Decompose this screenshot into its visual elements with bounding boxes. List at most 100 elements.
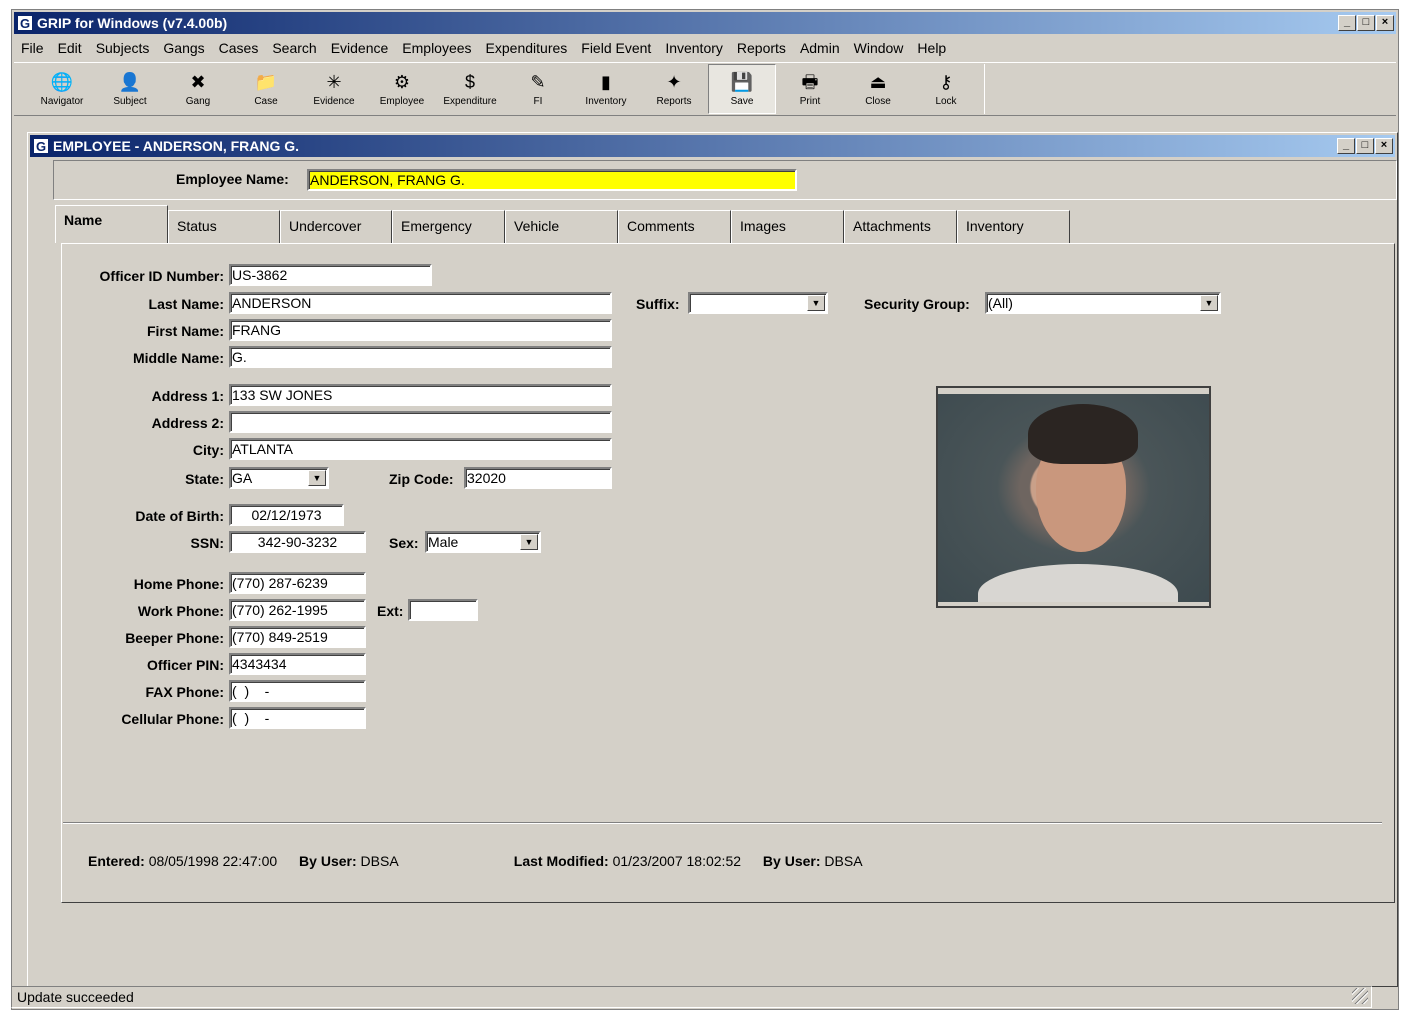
menu-employees[interactable]: Employees [395,37,478,59]
work-phone-field[interactable]: (770) 262-1995 [229,599,366,621]
middle-name-field[interactable]: G. [229,346,612,368]
modified-value: 01/23/2007 18:02:52 [612,853,742,869]
tab-inventory[interactable]: Inventory [957,210,1070,243]
print-button[interactable]: 🖶 Print [776,64,844,114]
sex-dropdown[interactable]: Male ▼ [425,531,541,553]
fax-phone-field[interactable]: ( ) - [229,680,366,702]
menu-reports[interactable]: Reports [730,37,793,59]
inventory-button[interactable]: ▮ Inventory [572,64,640,114]
evidence-button[interactable]: ✳ Evidence [300,64,368,114]
case-button[interactable]: 📁 Case [232,64,300,114]
menu-expenditures[interactable]: Expenditures [479,37,575,59]
address2-field[interactable] [229,411,612,433]
chevron-down-icon[interactable]: ▼ [1200,295,1218,311]
navigator-button[interactable]: 🌐 Navigator [28,64,96,114]
save-button[interactable]: 💾 Save [708,64,776,114]
menu-subjects[interactable]: Subjects [89,37,157,59]
fax-phone-label: FAX Phone: [145,684,224,700]
close-button[interactable]: × [1376,15,1394,31]
chevron-down-icon[interactable]: ▼ [520,534,538,550]
home-phone-field[interactable]: (770) 287-6239 [229,572,366,594]
dob-label: Date of Birth: [135,508,224,524]
zip-field[interactable]: 32020 [464,467,612,489]
last-name-field[interactable]: ANDERSON [229,292,612,314]
employee-name-label: Employee Name: [176,171,289,187]
chevron-down-icon[interactable]: ▼ [308,470,326,486]
ssn-label: SSN: [190,535,224,551]
employee-name-field[interactable]: ANDERSON, FRANG G. [307,169,797,191]
cell-phone-field[interactable]: ( ) - [229,707,366,729]
employee-window: G EMPLOYEE - ANDERSON, FRANG G. _ □ × Em… [27,132,1398,987]
menu-admin[interactable]: Admin [793,37,847,59]
gang-button[interactable]: ✖ Gang [164,64,232,114]
subject-button[interactable]: 👤 Subject [96,64,164,114]
ext-field[interactable] [408,599,478,621]
dob-field[interactable]: 02/12/1973 [229,504,344,526]
menu-evidence[interactable]: Evidence [324,37,396,59]
menu-help[interactable]: Help [910,37,953,59]
employee-icon: ⚙ [393,72,411,92]
officer-pin-field[interactable]: 4343434 [229,653,366,675]
child-minimize-button[interactable]: _ [1337,138,1355,154]
app-titlebar: G GRIP for Windows (v7.4.00b) _ □ × [14,12,1396,34]
employee-photo[interactable] [936,386,1211,608]
globe-icon: 🌐 [50,72,74,92]
status-bar: Update succeeded [11,986,1372,1008]
toolbar-label: FI [533,96,543,107]
expenditure-button[interactable]: $ Expenditure [436,64,504,114]
menu-edit[interactable]: Edit [51,37,89,59]
child-maximize-button[interactable]: □ [1356,138,1374,154]
reports-button[interactable]: ✦ Reports [640,64,708,114]
resize-grip-icon[interactable] [1352,988,1368,1004]
toolbar-label: Subject [113,96,147,107]
fi-button[interactable]: ✎ FI [504,64,572,114]
chevron-down-icon[interactable]: ▼ [807,295,825,311]
menu-file[interactable]: File [14,37,51,59]
tab-undercover[interactable]: Undercover [280,210,392,243]
reports-icon: ✦ [666,72,682,92]
close-button[interactable]: ⏏ Close [844,64,912,114]
lock-button[interactable]: ⚷ Lock [912,64,980,114]
state-label: State: [185,471,224,487]
tab-status[interactable]: Status [168,210,280,243]
maximize-button[interactable]: □ [1357,15,1375,31]
toolbar-label: Reports [656,96,692,107]
city-field[interactable]: ATLANTA [229,438,612,460]
officer-id-field[interactable]: US-3862 [229,264,432,286]
zip-label: Zip Code: [389,471,454,487]
first-name-field[interactable]: FRANG [229,319,612,341]
toolbar-label: Close [865,96,891,107]
tab-images[interactable]: Images [731,210,844,243]
toolbar-label: Lock [935,96,957,107]
entered-by-value: DBSA [360,853,398,869]
suffix-dropdown[interactable]: ▼ [688,292,828,314]
minimize-button[interactable]: _ [1338,15,1356,31]
modified-label: Last Modified: [513,853,609,869]
beeper-phone-field[interactable]: (770) 849-2519 [229,626,366,648]
beeper-phone-label: Beeper Phone: [125,630,224,646]
modified-by-label: By User: [762,853,821,869]
tab-emergency[interactable]: Emergency [392,210,505,243]
toolbar-label: Print [799,96,821,107]
tab-attachments[interactable]: Attachments [844,210,957,243]
employee-button[interactable]: ⚙ Employee [368,64,436,114]
home-phone-label: Home Phone: [133,576,224,592]
save-icon: 💾 [730,72,754,92]
menu-search[interactable]: Search [265,37,323,59]
child-close-button[interactable]: × [1375,138,1393,154]
menu-inventory[interactable]: Inventory [658,37,730,59]
menu-cases[interactable]: Cases [212,37,266,59]
menu-window[interactable]: Window [847,37,911,59]
menu-field-event[interactable]: Field Event [574,37,658,59]
tab-name[interactable]: Name [55,205,168,243]
state-dropdown[interactable]: GA ▼ [229,467,329,489]
tab-vehicle[interactable]: Vehicle [505,210,618,243]
menu-gangs[interactable]: Gangs [156,37,211,59]
security-group-dropdown[interactable]: (All) ▼ [985,292,1221,314]
ssn-field[interactable]: 342-90-3232 [229,531,366,553]
tab-comments[interactable]: Comments [618,210,731,243]
main-window: G GRIP for Windows (v7.4.00b) _ □ × File… [11,9,1399,1010]
money-bag-icon: $ [464,72,475,92]
address1-field[interactable]: 133 SW JONES [229,384,612,406]
middle-name-label: Middle Name: [132,350,224,366]
